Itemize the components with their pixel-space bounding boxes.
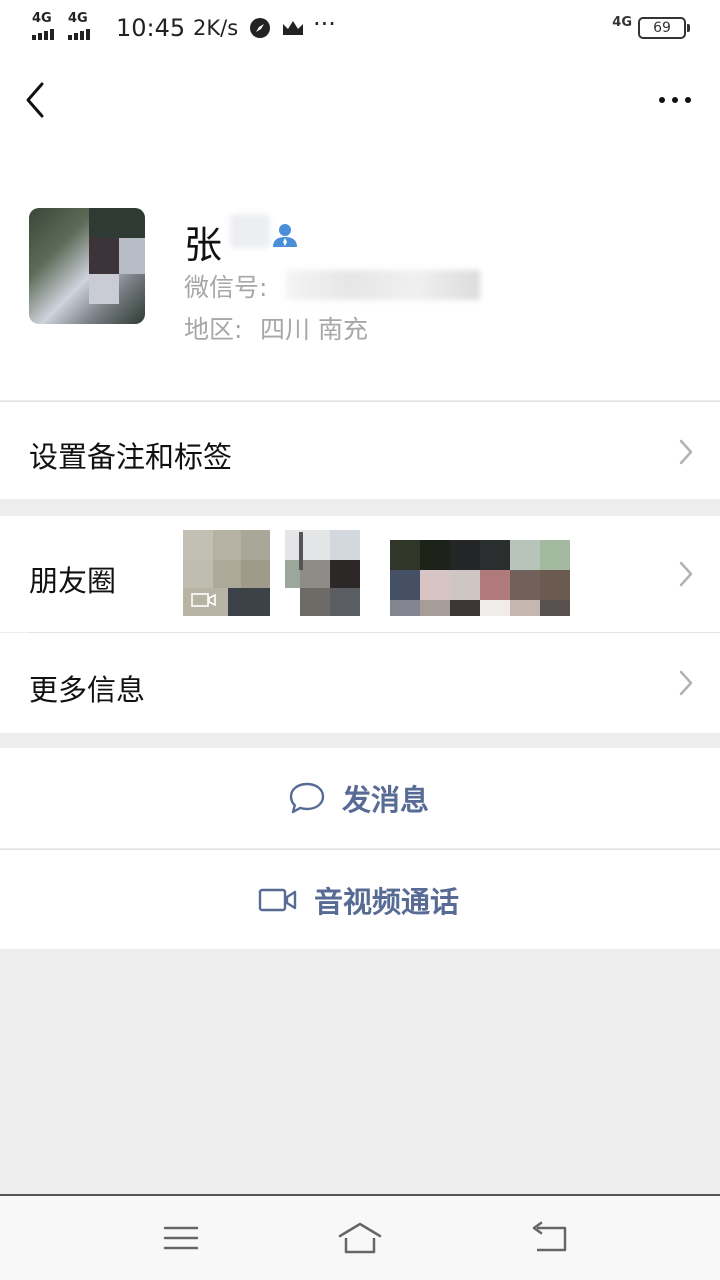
more-info-row[interactable]: 更多信息 [0, 633, 720, 733]
contact-name: 张 [184, 223, 223, 267]
moments-label: 朋友圈 [29, 564, 117, 598]
chevron-right-icon [679, 670, 693, 696]
send-message-label: 发消息 [342, 783, 430, 817]
compass-icon [250, 18, 270, 38]
more-info-label: 更多信息 [29, 673, 146, 707]
network-speed: 2K/s [193, 16, 239, 40]
name-redacted [230, 214, 270, 248]
contact-person-icon [273, 224, 297, 247]
send-message-button[interactable]: 发消息 [0, 748, 720, 848]
home-icon[interactable] [336, 1218, 384, 1258]
more-status-icon: ··· [313, 10, 336, 38]
set-remark-row[interactable]: 设置备注和标签 [0, 401, 720, 499]
video-call-button[interactable]: 音视频通话 [0, 849, 720, 949]
wechat-id-label: 微信号: [184, 273, 268, 302]
status-time: 10:45 [116, 14, 186, 42]
status-bar: 4G 4G 10:45 2K/s ··· 4G 69 [0, 0, 720, 56]
region-value: 四川 南充 [260, 315, 368, 344]
signal-icon: 4G [68, 12, 102, 40]
signal-icon: 4G [612, 15, 632, 30]
video-icon [191, 593, 216, 607]
chevron-right-icon [679, 439, 693, 465]
moments-thumbnail [285, 530, 360, 616]
system-nav-bar [0, 1194, 720, 1280]
moments-thumbnail [183, 530, 270, 616]
profile-card: 张 微信号: 地区: 四川 南充 [0, 144, 720, 400]
battery-icon: 69 [638, 17, 690, 39]
signal-icon: 4G [32, 12, 66, 40]
set-remark-label: 设置备注和标签 [29, 440, 233, 474]
back-nav-icon[interactable] [525, 1218, 573, 1258]
avatar[interactable] [29, 208, 145, 324]
menu-icon[interactable] [157, 1218, 205, 1258]
chevron-right-icon [679, 561, 693, 587]
nav-bar [0, 56, 720, 144]
video-call-label: 音视频通话 [314, 885, 460, 919]
back-icon[interactable] [18, 76, 62, 124]
moments-row[interactable]: 朋友圈 [0, 516, 720, 632]
more-options-icon[interactable] [650, 80, 700, 120]
wechat-id-redacted [286, 270, 480, 300]
moments-thumbnail [390, 530, 570, 616]
video-camera-icon [258, 888, 297, 912]
crown-icon [283, 21, 303, 35]
chat-bubble-icon [289, 782, 325, 814]
region-label: 地区: [184, 315, 243, 344]
battery-level: 69 [653, 20, 671, 36]
